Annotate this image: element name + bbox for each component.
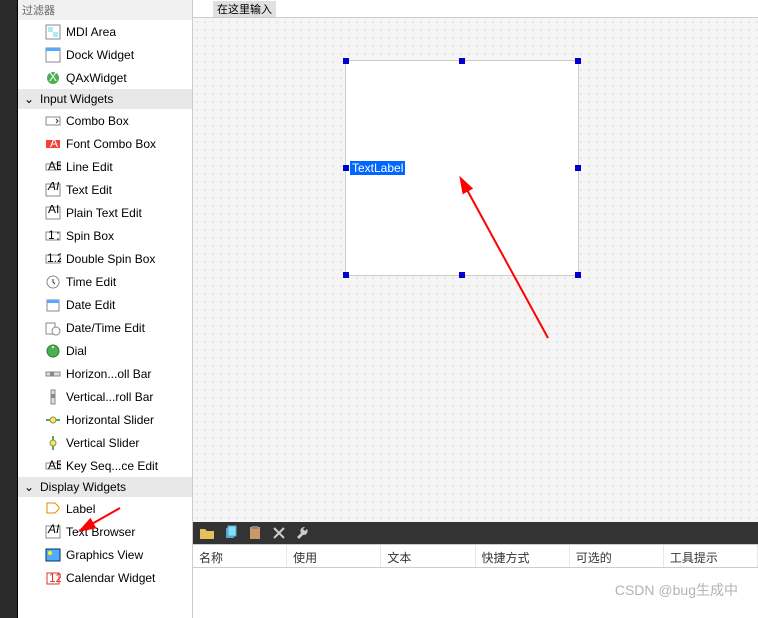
col-optional[interactable]: 可选的 — [570, 545, 664, 567]
widget-double-spin-box[interactable]: 1.2Double Spin Box — [18, 247, 192, 270]
resize-handle[interactable] — [575, 165, 581, 171]
dock-widget-icon — [44, 46, 62, 64]
table-body — [193, 568, 758, 618]
v-scrollbar-icon — [44, 388, 62, 406]
widget-dock-widget[interactable]: Dock Widget — [18, 43, 192, 66]
widget-time-edit[interactable]: Time Edit — [18, 270, 192, 293]
col-shortcut[interactable]: 快捷方式 — [476, 545, 570, 567]
design-canvas[interactable]: TextLabel — [193, 18, 758, 522]
paste-icon[interactable] — [247, 525, 263, 541]
svg-text:AB: AB — [48, 458, 61, 472]
widget-combo-box[interactable]: Combo Box — [18, 109, 192, 132]
widget-text-edit[interactable]: AIText Edit — [18, 178, 192, 201]
col-text[interactable]: 文本 — [381, 545, 475, 567]
design-form[interactable]: TextLabel — [345, 60, 579, 276]
bottom-toolbar — [193, 522, 758, 544]
h-slider-icon — [44, 411, 62, 429]
widget-line-edit[interactable]: ABILine Edit — [18, 155, 192, 178]
widget-text-browser[interactable]: AIText Browser — [18, 520, 192, 543]
resize-handle[interactable] — [575, 58, 581, 64]
canvas-header-text[interactable]: 在这里输入 — [213, 1, 276, 17]
datetime-edit-icon — [44, 319, 62, 337]
widget-font-combo-box[interactable]: AFont Combo Box — [18, 132, 192, 155]
widget-label[interactable]: Label — [18, 497, 192, 520]
widget-h-scrollbar[interactable]: Horizon...oll Bar — [18, 362, 192, 385]
svg-text:12: 12 — [49, 571, 61, 585]
svg-text:A: A — [50, 136, 58, 150]
resize-handle[interactable] — [575, 272, 581, 278]
col-used[interactable]: 使用 — [287, 545, 381, 567]
mdi-area-icon — [44, 23, 62, 41]
widget-v-slider[interactable]: Vertical Slider — [18, 431, 192, 454]
table-header: 名称 使用 文本 快捷方式 可选的 工具提示 — [193, 544, 758, 568]
widget-mdi-area[interactable]: MDI Area — [18, 20, 192, 43]
widget-spin-box[interactable]: 1Spin Box — [18, 224, 192, 247]
h-scrollbar-icon — [44, 365, 62, 383]
double-spin-box-icon: 1.2 — [44, 250, 62, 268]
svg-text:X: X — [49, 70, 57, 84]
line-edit-icon: ABI — [44, 158, 62, 176]
canvas-header: 在这里输入 — [193, 0, 758, 18]
widget-h-slider[interactable]: Horizontal Slider — [18, 408, 192, 431]
wrench-icon[interactable] — [295, 525, 311, 541]
widget-key-seq-edit[interactable]: ABKey Seq...ce Edit — [18, 454, 192, 477]
svg-text:1.2: 1.2 — [47, 251, 61, 265]
resize-handle[interactable] — [343, 58, 349, 64]
widget-datetime-edit[interactable]: Date/Time Edit — [18, 316, 192, 339]
widget-qax-widget[interactable]: XQAxWidget — [18, 66, 192, 89]
resize-handle[interactable] — [343, 272, 349, 278]
widget-v-scrollbar[interactable]: Vertical...roll Bar — [18, 385, 192, 408]
canvas-area: 在这里输入 TextLabel — [193, 0, 758, 618]
svg-text:AI: AI — [47, 524, 60, 536]
group-input-widgets[interactable]: ⌄Input Widgets — [18, 89, 192, 109]
left-dark-tab — [0, 0, 18, 618]
time-edit-icon — [44, 273, 62, 291]
svg-text:AI: AI — [47, 182, 60, 193]
copy-icon[interactable] — [223, 525, 239, 541]
filter-label: 过滤器 — [18, 0, 192, 20]
delete-icon[interactable] — [271, 525, 287, 541]
resize-handle[interactable] — [459, 58, 465, 64]
spin-box-icon: 1 — [44, 227, 62, 245]
chevron-down-icon: ⌄ — [22, 480, 36, 494]
svg-text:AI: AI — [48, 205, 59, 216]
v-slider-icon — [44, 434, 62, 452]
plain-text-edit-icon: AI — [44, 204, 62, 222]
widget-dial[interactable]: Dial — [18, 339, 192, 362]
col-tooltip[interactable]: 工具提示 — [664, 545, 758, 567]
resize-handle[interactable] — [459, 272, 465, 278]
text-browser-icon: AI — [44, 523, 62, 541]
graphics-view-icon — [44, 546, 62, 564]
label-icon — [44, 500, 62, 518]
date-edit-icon — [44, 296, 62, 314]
dial-icon — [44, 342, 62, 360]
widget-plain-text-edit[interactable]: AIPlain Text Edit — [18, 201, 192, 224]
placed-textlabel[interactable]: TextLabel — [350, 161, 405, 175]
widget-date-edit[interactable]: Date Edit — [18, 293, 192, 316]
group-display-widgets[interactable]: ⌄Display Widgets — [18, 477, 192, 497]
calendar-widget-icon: 12 — [44, 569, 62, 587]
svg-text:1: 1 — [48, 228, 55, 242]
widget-calendar-widget[interactable]: 12Calendar Widget — [18, 566, 192, 589]
key-seq-icon: AB — [44, 457, 62, 475]
combo-box-icon — [44, 112, 62, 130]
font-combo-box-icon: A — [44, 135, 62, 153]
folder-icon[interactable] — [199, 525, 215, 541]
widget-list: MDI Area Dock Widget XQAxWidget ⌄Input W… — [18, 20, 192, 618]
chevron-down-icon: ⌄ — [22, 92, 36, 106]
widget-graphics-view[interactable]: Graphics View — [18, 543, 192, 566]
col-name[interactable]: 名称 — [193, 545, 287, 567]
svg-text:ABI: ABI — [48, 159, 61, 173]
text-edit-icon: AI — [44, 181, 62, 199]
qax-widget-icon: X — [44, 69, 62, 87]
resize-handle[interactable] — [343, 165, 349, 171]
widget-sidebar: 过滤器 MDI Area Dock Widget XQAxWidget ⌄Inp… — [18, 0, 193, 618]
